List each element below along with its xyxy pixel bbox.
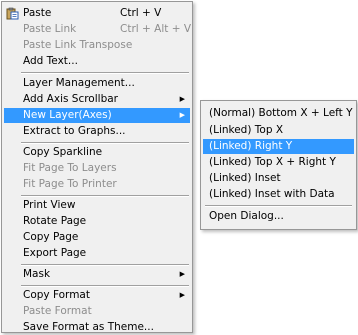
menu-item-extract-to-graphs[interactable]: Extract to Graphs...	[4, 124, 190, 139]
menu-separator	[21, 142, 189, 144]
menu-item-label: (Linked) Top X + Right Y	[209, 156, 336, 168]
menu-item-print-view[interactable]: Print View	[4, 198, 190, 213]
menu-separator	[21, 195, 189, 197]
menu-item-fit-page-to-layers[interactable]: Fit Page To Layers	[4, 161, 190, 176]
menu-item-add-text[interactable]: Add Text...	[4, 54, 190, 69]
menu-separator	[205, 205, 352, 207]
menu-item-label: Copy Format	[23, 289, 90, 301]
submenu-item-normal-bottom-x-left-y[interactable]: (Normal) Bottom X + Left Y	[203, 106, 354, 121]
context-menu: Paste Ctrl + V Paste Link Ctrl + Alt + V…	[1, 1, 193, 333]
menu-item-label: (Linked) Top X	[209, 124, 284, 136]
submenu-arrow-icon: ▶	[179, 291, 185, 299]
menu-item-label: (Linked) Inset with Data	[209, 188, 335, 200]
menu-item-layer-management[interactable]: Layer Management...	[4, 76, 190, 91]
menu-item-label: Copy Sparkline	[23, 146, 103, 158]
menu-item-label: Copy Page	[23, 231, 79, 243]
submenu-item-linked-top-x[interactable]: (Linked) Top X	[203, 123, 354, 138]
menu-item-paste-format[interactable]: Paste Format	[4, 304, 190, 319]
menu-item-label: (Normal) Bottom X + Left Y	[209, 107, 353, 119]
submenu-arrow-icon: ▶	[179, 111, 185, 119]
menu-item-save-format-as-theme[interactable]: Save Format as Theme...	[4, 320, 190, 335]
submenu-arrow-icon: ▶	[179, 95, 185, 103]
menu-item-label: Paste Link	[23, 23, 77, 35]
menu-item-paste[interactable]: Paste Ctrl + V	[4, 6, 190, 21]
menu-separator	[21, 72, 189, 74]
submenu-new-layer-axes: (Normal) Bottom X + Left Y (Linked) Top …	[200, 100, 357, 230]
menu-item-label: Save Format as Theme...	[23, 321, 154, 333]
menu-item-label: Fit Page To Layers	[23, 162, 117, 174]
menu-item-paste-link-transpose[interactable]: Paste Link Transpose	[4, 38, 190, 53]
menu-item-label: Rotate Page	[23, 215, 87, 227]
submenu-item-linked-right-y[interactable]: (Linked) Right Y	[203, 139, 354, 154]
menu-item-label: Export Page	[23, 247, 87, 259]
menu-item-label: Print View	[23, 199, 76, 211]
paste-icon	[6, 7, 19, 20]
submenu-arrow-icon: ▶	[179, 270, 185, 278]
menu-item-fit-page-to-printer[interactable]: Fit Page To Printer	[4, 177, 190, 192]
menu-item-label: Paste Link Transpose	[23, 39, 133, 51]
menu-item-shortcut: Ctrl + Alt + V	[120, 23, 192, 35]
submenu-item-linked-top-x-right-y[interactable]: (Linked) Top X + Right Y	[203, 155, 354, 170]
menu-item-export-page[interactable]: Export Page	[4, 246, 190, 261]
menu-item-mask[interactable]: Mask ▶	[4, 267, 190, 282]
menu-item-copy-format[interactable]: Copy Format ▶	[4, 288, 190, 303]
menu-item-label: (Linked) Right Y	[209, 140, 293, 152]
menu-item-label: Layer Management...	[23, 77, 135, 89]
menu-item-rotate-page[interactable]: Rotate Page	[4, 214, 190, 229]
menu-item-label: Paste Format	[23, 305, 92, 317]
menu-item-label: Paste	[23, 7, 52, 19]
menu-separator	[21, 264, 189, 266]
menu-item-label: (Linked) Inset	[209, 172, 281, 184]
submenu-item-open-dialog[interactable]: Open Dialog...	[203, 209, 354, 224]
menu-item-copy-page[interactable]: Copy Page	[4, 230, 190, 245]
menu-item-label: Extract to Graphs...	[23, 125, 126, 137]
menu-item-new-layer-axes[interactable]: New Layer(Axes) ▶	[4, 108, 190, 123]
menu-item-shortcut: Ctrl + V	[120, 7, 162, 19]
menu-item-label: Fit Page To Printer	[23, 178, 117, 190]
submenu-item-linked-inset-with-data[interactable]: (Linked) Inset with Data	[203, 187, 354, 202]
menu-item-paste-link[interactable]: Paste Link Ctrl + Alt + V	[4, 22, 192, 37]
menu-item-label: Mask	[23, 268, 51, 280]
submenu-item-linked-inset[interactable]: (Linked) Inset	[203, 171, 354, 186]
menu-item-add-axis-scrollbar[interactable]: Add Axis Scrollbar ▶	[4, 92, 190, 107]
menu-item-label: Add Axis Scrollbar	[23, 93, 118, 105]
menu-item-copy-sparkline[interactable]: Copy Sparkline	[4, 145, 190, 160]
menu-item-label: New Layer(Axes)	[23, 109, 112, 121]
menu-item-label: Add Text...	[23, 55, 78, 67]
menu-item-label: Open Dialog...	[209, 210, 284, 222]
menu-separator	[21, 285, 189, 287]
